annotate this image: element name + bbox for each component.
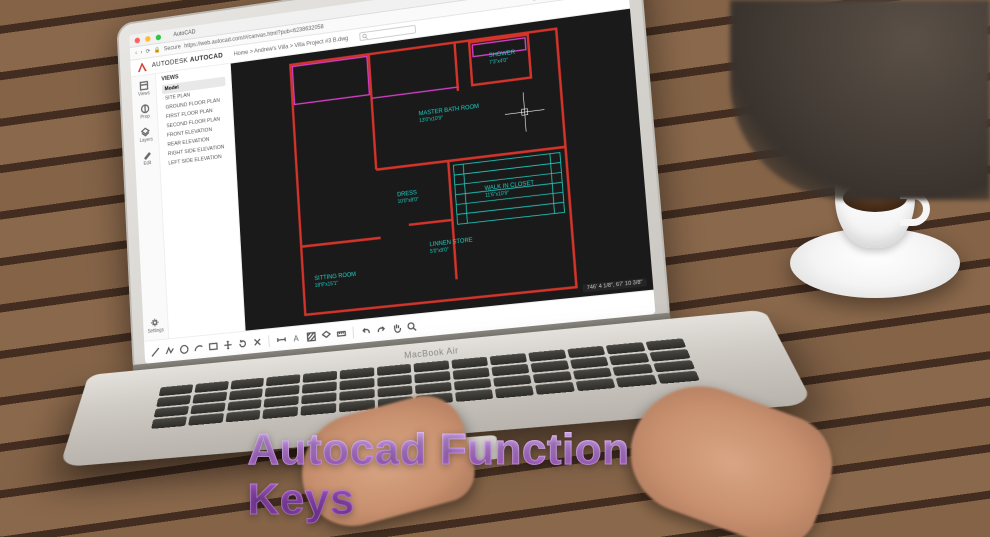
nav-forward-icon[interactable]: › [140, 49, 142, 55]
browser-tab[interactable]: AutoCAD [173, 29, 195, 38]
rail-settings[interactable]: Settings [147, 317, 164, 335]
rail-edit[interactable]: Edit [142, 150, 152, 167]
layers-icon [141, 127, 150, 137]
nav-reload-icon[interactable]: ⟳ [146, 48, 151, 55]
toolbar-separator [268, 335, 270, 347]
title-overlay: Autocad Function Keys [248, 425, 743, 525]
room-label: LINNEN STORE [429, 237, 473, 248]
arc-icon [194, 342, 204, 352]
room-label: DRESS [397, 190, 417, 198]
tool-redo[interactable] [375, 323, 386, 335]
pan-icon [391, 322, 401, 333]
tool-pan[interactable] [391, 322, 402, 334]
room-label: WALK IN CLOSET [484, 180, 534, 192]
settings-icon [151, 317, 160, 327]
line-icon [150, 347, 159, 357]
autocad-logo-icon [138, 62, 147, 72]
polyline-icon [165, 345, 174, 355]
rotate-icon [237, 338, 247, 349]
room-dimension: 5'0"x9'0" [430, 247, 449, 255]
tool-undo[interactable] [360, 325, 371, 337]
lock-icon: 🔒 [154, 46, 161, 53]
room-label: SHOWER [489, 50, 516, 60]
tool-measure[interactable] [335, 327, 346, 339]
redo-icon [376, 324, 386, 335]
edit-icon [142, 150, 151, 160]
hatch-icon [306, 331, 316, 342]
tool-line[interactable] [150, 346, 160, 357]
rail-prop[interactable]: Prop [140, 104, 150, 121]
zoom-icon [406, 321, 416, 332]
toolbar-separator [352, 326, 354, 338]
move-icon [223, 339, 233, 350]
tool-zoom[interactable] [406, 320, 417, 332]
window-maximize-icon[interactable] [156, 34, 162, 40]
tool-layer[interactable] [320, 329, 331, 341]
screen: AutoCAD ‹ › ⟳ 🔒 Secure https://web.autoc… [129, 0, 655, 364]
tool-move[interactable] [222, 339, 233, 351]
secure-label: Secure [164, 44, 181, 52]
tool-circle[interactable] [179, 343, 189, 355]
search-icon [362, 33, 368, 39]
rail-layers[interactable]: Layers [139, 126, 153, 143]
rect-icon [208, 341, 218, 352]
tool-rect[interactable] [208, 340, 219, 352]
layer-icon [321, 329, 331, 340]
tool-trim[interactable] [252, 336, 263, 348]
tool-rotate[interactable] [237, 337, 248, 349]
circle-icon [179, 344, 189, 354]
tool-dim[interactable] [276, 333, 287, 345]
undo-icon [361, 326, 371, 337]
floorplan-drawing[interactable]: SHOWER7'3"x4'0"MASTER BATH ROOM13'0"x10'… [231, 9, 654, 331]
measure-icon [336, 328, 346, 339]
room-label: SITTING ROOM [314, 272, 356, 283]
tool-arc[interactable] [193, 342, 204, 354]
nav-back-icon[interactable]: ‹ [135, 50, 137, 56]
room-label: MASTER BATH ROOM [419, 104, 480, 118]
svg-text:A: A [293, 333, 299, 343]
window-minimize-icon[interactable] [145, 35, 151, 41]
scene: AutoCAD ‹ › ⟳ 🔒 Secure https://web.autoc… [0, 0, 990, 537]
drawing-canvas[interactable]: SHOWER7'3"x4'0"MASTER BATH ROOM13'0"x10'… [231, 9, 654, 331]
dim-icon [276, 334, 286, 345]
tool-polyline[interactable] [164, 345, 174, 357]
trim-icon [252, 336, 262, 347]
tool-hatch[interactable] [305, 330, 316, 342]
views-icon [139, 81, 148, 91]
window-close-icon[interactable] [135, 37, 141, 43]
rail-views[interactable]: Views [137, 80, 149, 97]
text-icon: A [291, 332, 301, 343]
prop-icon [140, 104, 149, 114]
tool-text[interactable]: A [290, 332, 301, 344]
